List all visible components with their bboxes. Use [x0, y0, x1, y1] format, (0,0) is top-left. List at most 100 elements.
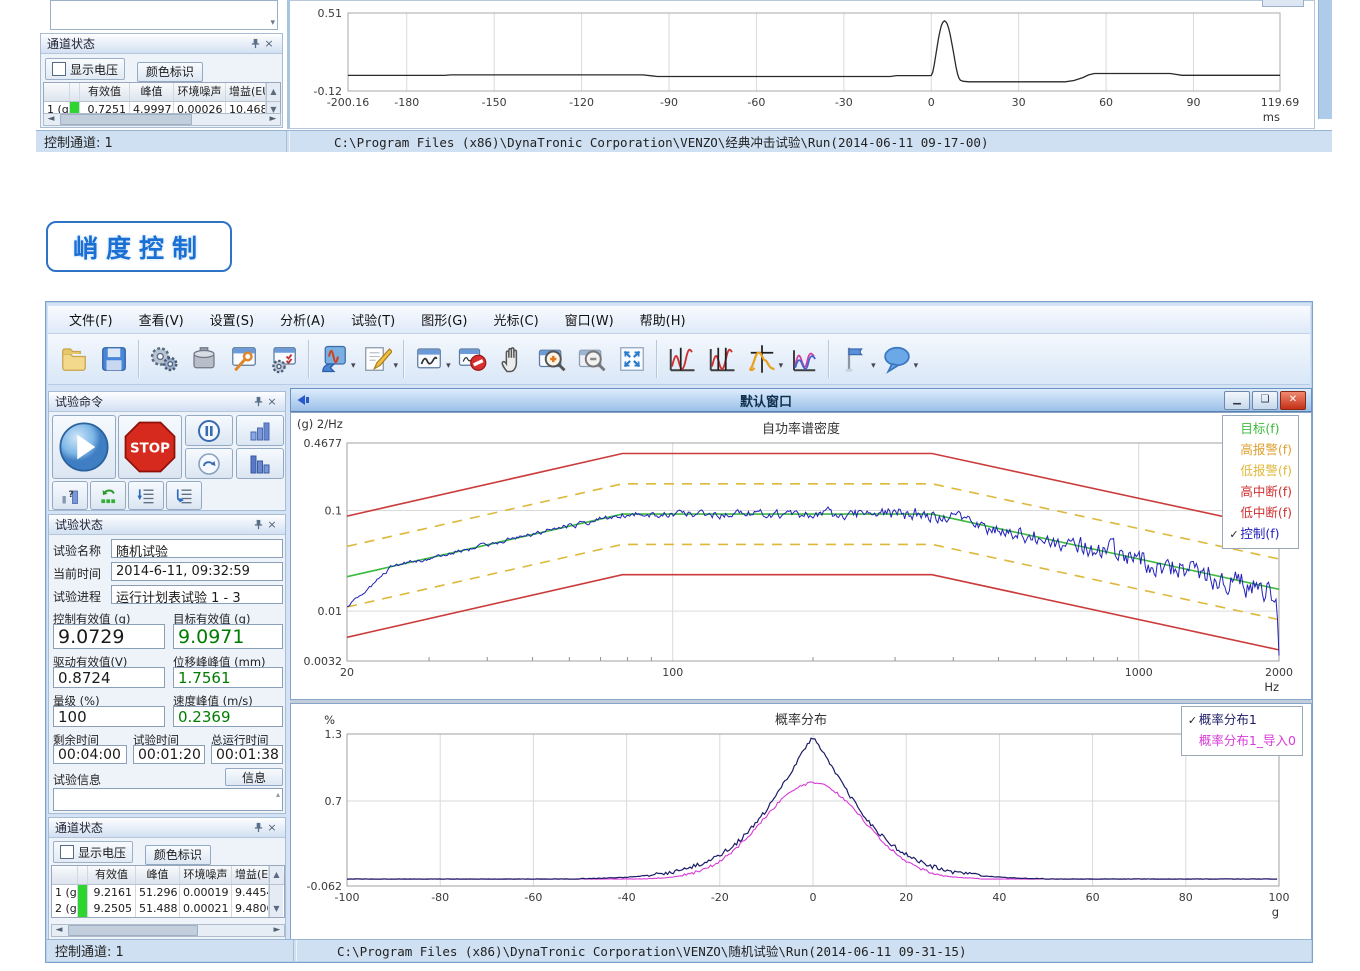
color-id-button[interactable]: 颜色标识	[145, 845, 211, 865]
checkbox-box[interactable]	[52, 62, 66, 76]
mdi-window-titlebar[interactable]: 默认窗口 ▁ ❑ ✕	[290, 388, 1312, 412]
table-hscrollbar[interactable]: ◄►	[51, 924, 285, 937]
test-progress-field[interactable]: 运行计划表试验 1 - 3	[111, 585, 283, 604]
query-level-button[interactable]: ?	[52, 481, 88, 510]
table-header-row[interactable]: 有效值 峰值 环境噪声 增益(EU/ ▲	[52, 866, 284, 885]
scroll-down-icon[interactable]: ▾	[270, 18, 275, 28]
window-menu-icon[interactable]	[296, 393, 310, 407]
skip-entry-button[interactable]	[185, 448, 233, 479]
flag-marker-icon[interactable]	[834, 338, 874, 380]
table-vscroll[interactable]: ▲	[266, 83, 280, 101]
dropdown-arrow[interactable]: ▾	[394, 361, 399, 371]
svg-text:-120: -120	[569, 96, 594, 109]
level-down-button[interactable]	[236, 448, 284, 479]
dropdown-arrow[interactable]: ▾	[871, 361, 876, 371]
restore-level-button[interactable]	[90, 481, 126, 510]
zoom-out-icon[interactable]	[572, 338, 612, 380]
dropdown-arrow[interactable]: ▾	[446, 361, 451, 371]
dropdown-arrow[interactable]: ▾	[351, 361, 356, 371]
close-button[interactable]: ✕	[1280, 391, 1306, 410]
test-setup-icon[interactable]	[224, 338, 264, 380]
pin-icon[interactable]	[251, 821, 265, 835]
probability-chart-panel: 概率分布 -100-80-60-40-200204060801001.30.7-…	[290, 703, 1312, 940]
comment-bubble-icon[interactable]	[877, 338, 917, 380]
pin-icon[interactable]	[251, 518, 265, 532]
save-signal-icon[interactable]	[314, 338, 354, 380]
restore-button[interactable]: ❑	[1252, 391, 1278, 410]
menu-analysis[interactable]: 分析(A)	[267, 306, 338, 333]
menu-settings[interactable]: 设置(S)	[197, 306, 267, 333]
current-time-field[interactable]: 2014-6-11, 09:32:59	[111, 562, 283, 581]
svg-text:40: 40	[992, 891, 1006, 904]
compare-curves-icon[interactable]	[784, 338, 824, 380]
toolbar-separator	[308, 340, 310, 378]
menu-help[interactable]: 帮助(H)	[627, 306, 699, 333]
close-icon[interactable]: ×	[265, 395, 279, 409]
pause-button[interactable]	[185, 415, 233, 446]
legend-item[interactable]: ✓目标(f)	[1229, 419, 1292, 440]
menu-test[interactable]: 试验(T)	[338, 306, 408, 333]
checkbox-box[interactable]	[60, 845, 74, 859]
show-voltage-checkbox[interactable]: 显示电压	[45, 58, 125, 80]
legend-item[interactable]: ✓高中断(f)	[1229, 482, 1292, 503]
pin-icon[interactable]	[251, 395, 265, 409]
dock-column: 试验命令 × STOP ?	[48, 388, 288, 940]
table-row[interactable]: 2 (g) 9.2505 51.488 0.00021 9.4806 ▼	[52, 901, 284, 917]
svg-text:0.7: 0.7	[325, 795, 343, 808]
settings-gears-icon[interactable]	[144, 338, 184, 380]
test-info-textarea[interactable]: ▴	[53, 788, 283, 811]
close-icon[interactable]: ×	[265, 821, 279, 835]
disp-pp-value: 1.7561	[173, 667, 283, 688]
legend-item[interactable]: ✓低中断(f)	[1229, 503, 1292, 524]
save-icon[interactable]	[94, 338, 134, 380]
scroll-up-icon[interactable]: ▴	[276, 790, 280, 799]
top-list-box[interactable]: ▾	[50, 0, 278, 30]
pan-hand-icon[interactable]	[492, 338, 532, 380]
open-folder-icon[interactable]	[54, 338, 94, 380]
close-icon[interactable]: ×	[262, 37, 276, 51]
legend-item[interactable]: ✓高报警(f)	[1229, 440, 1292, 461]
legend-item[interactable]: ✓低报警(f)	[1229, 461, 1292, 482]
probability-chart-title: 概率分布	[291, 709, 1311, 728]
start-test-button[interactable]	[52, 415, 116, 479]
window-control-stub[interactable]	[1262, 0, 1304, 7]
legend-item[interactable]: ✓概率分布1	[1188, 710, 1296, 731]
main-status-bar: 控制通道: 1 C:\Program Files (x86)\DynaTroni…	[47, 939, 1311, 961]
pin-icon[interactable]	[248, 37, 262, 51]
menu-view[interactable]: 查看(V)	[126, 306, 197, 333]
table-row[interactable]: 1 (g) 9.2161 51.296 0.00019 9.4454	[52, 885, 284, 901]
dropdown-arrow[interactable]: ▾	[779, 361, 784, 371]
close-icon[interactable]: ×	[265, 518, 279, 532]
shaker-icon[interactable]	[184, 338, 224, 380]
next-schedule-entry-button[interactable]	[166, 481, 202, 510]
table-hscrollbar[interactable]: ◄►	[43, 113, 281, 126]
stop-refresh-icon[interactable]	[452, 338, 492, 380]
new-curve-window-icon[interactable]	[409, 338, 449, 380]
legend-item[interactable]: ✓控制(f)	[1229, 524, 1292, 545]
menu-file[interactable]: 文件(F)	[56, 306, 126, 333]
level-up-button[interactable]	[236, 415, 284, 446]
show-voltage-checkbox[interactable]: 显示电压	[53, 841, 133, 863]
prev-schedule-entry-button[interactable]	[128, 481, 164, 510]
double-cursor-icon[interactable]	[702, 338, 742, 380]
minimize-button[interactable]: ▁	[1224, 391, 1250, 410]
report-setup-icon[interactable]	[264, 338, 304, 380]
single-cursor-icon[interactable]	[662, 338, 702, 380]
svg-text:0.1: 0.1	[325, 504, 343, 517]
menu-window[interactable]: 窗口(W)	[552, 306, 627, 333]
color-id-button[interactable]: 颜色标识	[137, 62, 203, 82]
peak-cursor-icon[interactable]	[742, 338, 782, 380]
table-vscroll[interactable]: ▲	[269, 866, 283, 884]
stop-test-button[interactable]: STOP	[118, 415, 182, 479]
fit-view-icon[interactable]	[612, 338, 652, 380]
test-name-field[interactable]: 随机试验	[111, 539, 283, 558]
annotate-icon[interactable]	[357, 338, 397, 380]
svg-text:g: g	[1272, 905, 1279, 919]
menu-graph[interactable]: 图形(G)	[408, 306, 480, 333]
dropdown-arrow[interactable]: ▾	[914, 361, 919, 371]
menu-cursor[interactable]: 光标(C)	[480, 306, 551, 333]
zoom-in-icon[interactable]	[532, 338, 572, 380]
legend-item[interactable]: ✓概率分布1_导入0	[1188, 731, 1296, 752]
info-button[interactable]: 信息	[225, 768, 283, 786]
table-header-row[interactable]: 有效值 峰值 环境噪声 增益(EU/ ▲	[44, 83, 280, 102]
